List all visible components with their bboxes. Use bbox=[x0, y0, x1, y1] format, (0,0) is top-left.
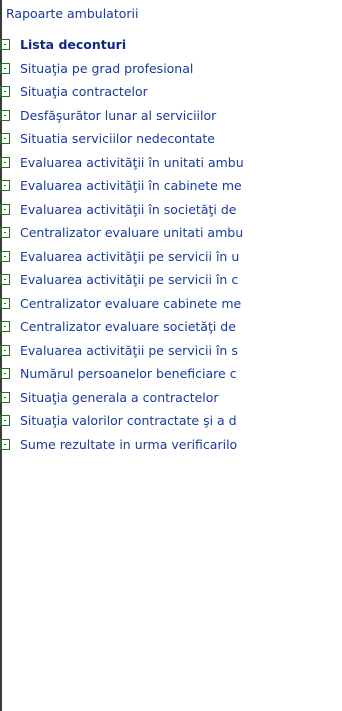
tree-item-label[interactable]: Sume rezultate in urma verificarilo bbox=[20, 437, 237, 452]
tree-item-numarul-persoanelor[interactable]: Numărul persoanelor beneficiare c bbox=[0, 362, 342, 384]
document-node-icon bbox=[0, 367, 10, 379]
tree-item-label[interactable]: Evaluarea activităţii în societăţi de bbox=[20, 202, 236, 217]
tree-item-label[interactable]: Situaţia contractelor bbox=[20, 84, 148, 99]
tree-item-centralizator-cabinete[interactable]: Centralizator evaluare cabinete me bbox=[0, 292, 342, 314]
tree-item-evaluare-societati[interactable]: Evaluarea activităţii în societăţi de bbox=[0, 198, 342, 220]
document-node-icon bbox=[0, 391, 10, 403]
tree-item-evaluare-cabinete[interactable]: Evaluarea activităţii în cabinete me bbox=[0, 174, 342, 196]
tree-item-label[interactable]: Centralizator evaluare unitati ambu bbox=[20, 225, 243, 240]
tree-item-centralizator-societati[interactable]: Centralizator evaluare societăţi de bbox=[0, 315, 342, 337]
report-tree: Rapoarte ambulatorii Lista deconturi Sit… bbox=[0, 0, 342, 711]
tree-item-situatia-grad-profesional[interactable]: Situaţia pe grad profesional bbox=[0, 57, 342, 79]
document-node-icon bbox=[0, 414, 10, 426]
tree-item-servicii-nedecontate[interactable]: Situatia serviciilor nedecontate bbox=[0, 127, 342, 149]
tree-item-label[interactable]: Evaluarea activităţii în unitati ambu bbox=[20, 155, 244, 170]
document-node-icon bbox=[0, 109, 10, 121]
tree-item-evaluare-unitati-ambu[interactable]: Evaluarea activităţii în unitati ambu bbox=[0, 151, 342, 173]
tree-item-label[interactable]: Situatia serviciilor nedecontate bbox=[20, 131, 215, 146]
tree-item-label[interactable]: Lista deconturi bbox=[20, 37, 126, 52]
document-node-icon bbox=[0, 273, 10, 285]
tree-item-label[interactable]: Numărul persoanelor beneficiare c bbox=[20, 366, 237, 381]
document-node-icon bbox=[0, 297, 10, 309]
document-node-icon bbox=[0, 179, 10, 191]
document-node-icon bbox=[0, 38, 10, 50]
document-node-icon bbox=[0, 344, 10, 356]
document-node-icon bbox=[0, 320, 10, 332]
document-node-icon bbox=[0, 85, 10, 97]
tree-item-evaluare-servicii-u[interactable]: Evaluarea activităţii pe servicii în u bbox=[0, 245, 342, 267]
tree-item-situatia-contractelor[interactable]: Situaţia contractelor bbox=[0, 80, 342, 102]
tree-item-label[interactable]: Centralizator evaluare cabinete me bbox=[20, 296, 241, 311]
document-node-icon bbox=[0, 226, 10, 238]
tree-item-label[interactable]: Evaluarea activităţii în cabinete me bbox=[20, 178, 242, 193]
tree-item-situatia-generala[interactable]: Situaţia generala a contractelor bbox=[0, 386, 342, 408]
tree-item-evaluare-servicii-c[interactable]: Evaluarea activităţii pe servicii în c bbox=[0, 268, 342, 290]
document-node-icon bbox=[0, 250, 10, 262]
tree-item-label[interactable]: Situaţia pe grad profesional bbox=[20, 61, 193, 76]
tree-item-sume-rezultate[interactable]: Sume rezultate in urma verificarilo bbox=[0, 433, 342, 455]
tree-item-label[interactable]: Situaţia generala a contractelor bbox=[20, 390, 219, 405]
tree-item-evaluare-servicii-s[interactable]: Evaluarea activităţii pe servicii în s bbox=[0, 339, 342, 361]
tree-item-label[interactable]: Desfăşurător lunar al serviciilor bbox=[20, 108, 216, 123]
tree-item-label[interactable]: Evaluarea activităţii pe servicii în u bbox=[20, 249, 239, 264]
tree-item-lista-deconturi[interactable]: Lista deconturi bbox=[0, 33, 342, 55]
tree-root-label[interactable]: Rapoarte ambulatorii bbox=[6, 6, 138, 21]
document-node-icon bbox=[0, 132, 10, 144]
tree-item-label[interactable]: Centralizator evaluare societăţi de bbox=[20, 319, 236, 334]
tree-item-desfasurator-lunar[interactable]: Desfăşurător lunar al serviciilor bbox=[0, 104, 342, 126]
document-node-icon bbox=[0, 203, 10, 215]
tree-item-situatia-valorilor[interactable]: Situaţia valorilor contractate şi a d bbox=[0, 409, 342, 431]
tree-item-label[interactable]: Evaluarea activităţii pe servicii în c bbox=[20, 272, 238, 287]
document-node-icon bbox=[0, 156, 10, 168]
document-node-icon bbox=[0, 62, 10, 74]
tree-item-label[interactable]: Evaluarea activităţii pe servicii în s bbox=[20, 343, 238, 358]
document-node-icon bbox=[0, 438, 10, 450]
tree-item-centralizator-unitati[interactable]: Centralizator evaluare unitati ambu bbox=[0, 221, 342, 243]
tree-item-label[interactable]: Situaţia valorilor contractate şi a d bbox=[20, 413, 237, 428]
